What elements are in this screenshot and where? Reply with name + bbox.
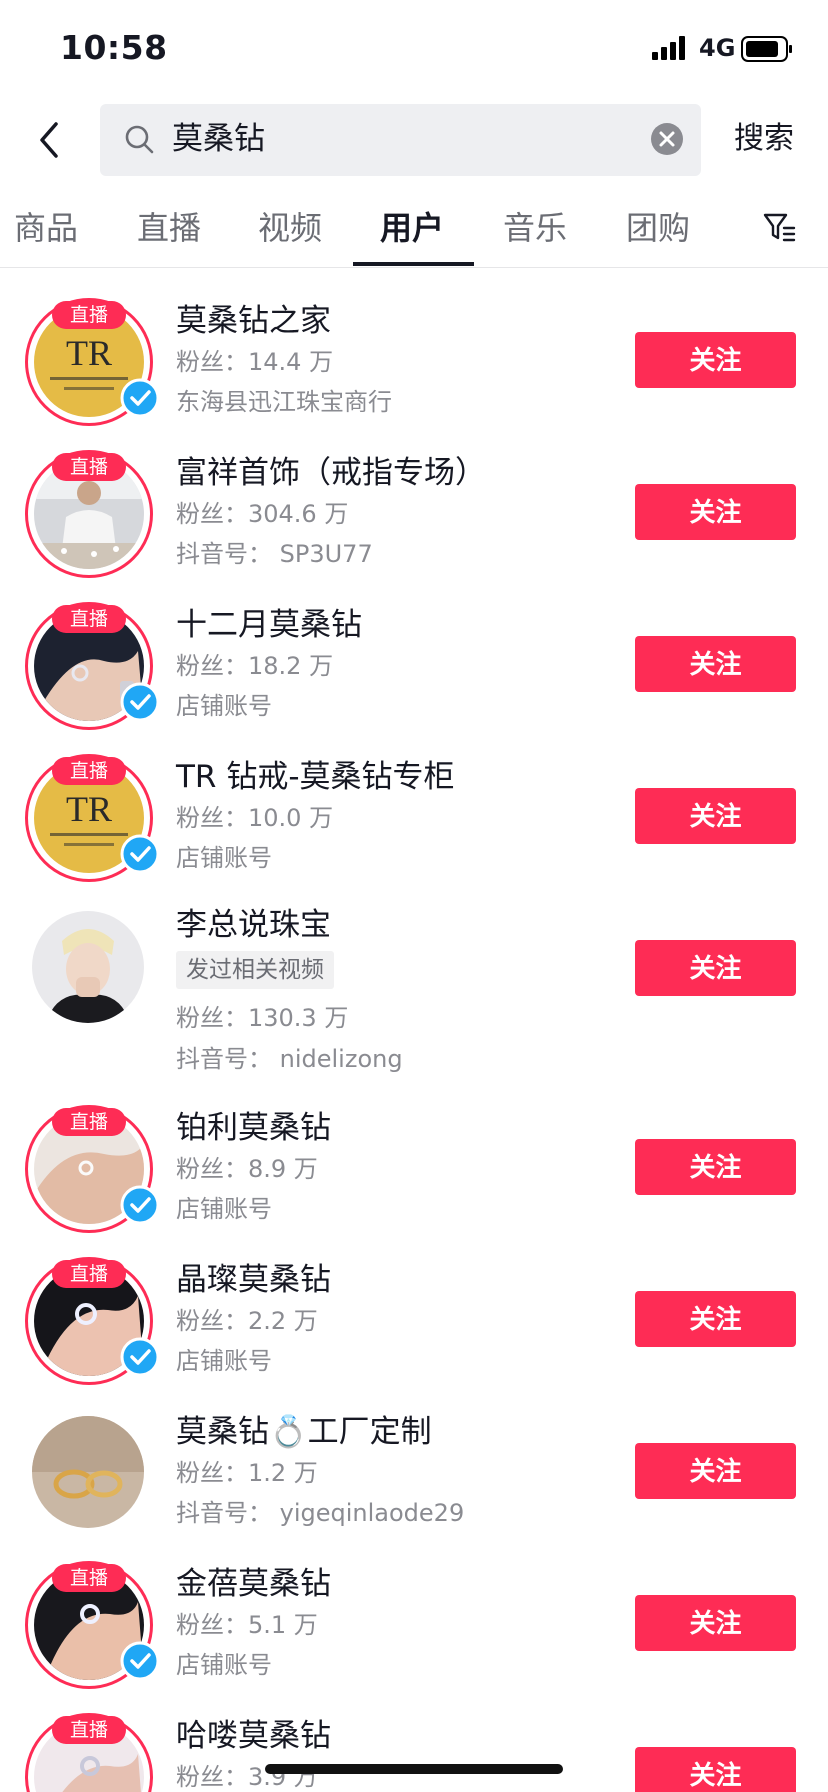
status-time: 10:58 <box>60 28 168 67</box>
user-extra: 抖音号： nidelizong <box>176 1045 403 1073</box>
tab-videos[interactable]: 视频 <box>258 204 322 252</box>
avatar-image <box>32 1416 144 1528</box>
follow-button[interactable]: 关注 <box>635 484 796 540</box>
live-badge: 直播 <box>52 301 126 329</box>
tab-music[interactable]: 音乐 <box>503 204 567 252</box>
avatar[interactable]: 直播 <box>25 1713 153 1792</box>
home-indicator <box>265 1764 563 1774</box>
fan-count: 粉丝：10.0 万 <box>176 804 334 832</box>
user-extra: 抖音号： SP3U77 <box>176 540 373 568</box>
user-name: 十二月莫桑钻 <box>176 607 362 643</box>
user-name: 李总说珠宝 <box>176 907 331 943</box>
user-extra: 店铺账号 <box>176 692 272 720</box>
user-name: 晶璨莫桑钻 <box>176 1262 331 1298</box>
divider <box>0 267 828 268</box>
svg-text:TR: TR <box>66 789 112 829</box>
fan-count: 粉丝：5.1 万 <box>176 1611 318 1639</box>
user-result[interactable]: 直播 哈喽莫桑钻 粉丝：3.9 万 关注 <box>0 1712 828 1792</box>
fan-count: 粉丝：130.3 万 <box>176 1004 349 1032</box>
user-extra: 抖音号： yigeqinlaode29 <box>176 1499 465 1527</box>
user-name: 富祥首饰（戒指专场） <box>176 455 486 491</box>
user-name: 金蓓莫桑钻 <box>176 1566 331 1602</box>
live-badge: 直播 <box>52 1564 126 1592</box>
fan-count: 粉丝：2.2 万 <box>176 1307 318 1335</box>
avatar-image <box>32 911 144 1023</box>
verified-badge-icon <box>120 378 160 418</box>
avatar[interactable] <box>25 906 153 1034</box>
follow-button[interactable]: 关注 <box>635 636 796 692</box>
avatar[interactable]: 直播 <box>25 602 160 730</box>
live-badge: 直播 <box>52 757 126 785</box>
search-input[interactable]: 莫桑钻 <box>172 118 265 160</box>
active-tab-indicator <box>353 262 474 266</box>
live-badge: 直播 <box>52 605 126 633</box>
filter-icon[interactable] <box>762 210 796 244</box>
follow-button[interactable]: 关注 <box>635 332 796 388</box>
avatar[interactable]: 直播 <box>25 1105 160 1233</box>
fan-count: 粉丝：8.9 万 <box>176 1155 318 1183</box>
follow-button[interactable]: 关注 <box>635 940 796 996</box>
related-video-tag: 发过相关视频 <box>176 951 334 989</box>
user-name: 铂利莫桑钻 <box>176 1110 331 1146</box>
live-badge: 直播 <box>52 1260 126 1288</box>
live-badge: 直播 <box>52 1716 126 1744</box>
avatar[interactable]: TR 直播 <box>25 298 160 426</box>
fan-count: 粉丝：1.2 万 <box>176 1459 318 1487</box>
clear-icon[interactable] <box>650 122 684 156</box>
follow-button[interactable]: 关注 <box>635 1747 796 1792</box>
live-badge: 直播 <box>52 453 126 481</box>
user-extra: 东海县迅江珠宝商行 <box>176 388 392 416</box>
verified-badge-icon <box>120 682 160 722</box>
signal-icon <box>652 36 685 60</box>
tab-products[interactable]: 商品 <box>14 204 78 252</box>
tab-users[interactable]: 用户 <box>380 204 444 252</box>
live-badge: 直播 <box>52 1108 126 1136</box>
user-name: 莫桑钻💍工厂定制 <box>176 1414 432 1450</box>
fan-count: 粉丝：304.6 万 <box>176 500 349 528</box>
user-extra: 店铺账号 <box>176 1347 272 1375</box>
follow-button[interactable]: 关注 <box>635 788 796 844</box>
user-extra: 店铺账号 <box>176 844 272 872</box>
svg-text:TR: TR <box>66 333 112 373</box>
user-extra: 店铺账号 <box>176 1651 272 1679</box>
user-extra: 店铺账号 <box>176 1195 272 1223</box>
follow-button[interactable]: 关注 <box>635 1139 796 1195</box>
search-icon <box>125 125 154 154</box>
tab-group-buy[interactable]: 团购 <box>626 204 690 252</box>
user-name: 哈喽莫桑钻 <box>176 1718 331 1754</box>
avatar[interactable]: 直播 <box>25 1561 160 1689</box>
avatar[interactable] <box>25 1411 153 1539</box>
follow-button[interactable]: 关注 <box>635 1443 796 1499</box>
follow-button[interactable]: 关注 <box>635 1291 796 1347</box>
verified-badge-icon <box>120 1185 160 1225</box>
tab-live[interactable]: 直播 <box>137 204 201 252</box>
back-arrow-icon[interactable] <box>30 118 70 162</box>
verified-badge-icon <box>120 1337 160 1377</box>
avatar[interactable]: TR 直播 <box>25 754 160 882</box>
battery-icon <box>741 36 792 62</box>
user-name: 莫桑钻之家 <box>176 303 331 339</box>
follow-button[interactable]: 关注 <box>635 1595 796 1651</box>
fan-count: 粉丝：14.4 万 <box>176 348 334 376</box>
avatar[interactable]: 直播 <box>25 450 153 578</box>
verified-badge-icon <box>120 834 160 874</box>
network-type: 4G <box>699 34 736 62</box>
fan-count: 粉丝：18.2 万 <box>176 652 334 680</box>
verified-badge-icon <box>120 1641 160 1681</box>
user-name: TR 钻戒-莫桑钻专柜 <box>176 759 455 795</box>
search-button[interactable]: 搜索 <box>734 118 794 160</box>
avatar[interactable]: 直播 <box>25 1257 160 1385</box>
